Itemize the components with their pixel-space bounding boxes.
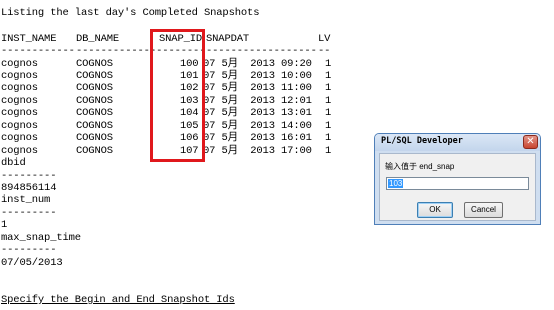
table-row: cognos COGNOS 104 07 5月 2013 13:01 1 <box>1 107 331 120</box>
substitution-variable-dialog: PL/SQL Developer ✕ 输入值于 end_snap 103 OK … <box>374 133 541 225</box>
row-snapdat: 07 5月 2013 11:00 <box>203 82 312 94</box>
dialog-prompt: 输入值于 end_snap <box>385 162 455 171</box>
separator-db-name: ------------- <box>76 45 156 57</box>
row-level: 1 <box>325 145 332 157</box>
row-snapdat: 07 5月 2013 13:01 <box>203 107 312 119</box>
row-inst-name: cognos <box>1 82 38 94</box>
dialog-title: PL/SQL Developer <box>381 136 463 146</box>
dbid-label: dbid <box>1 157 26 169</box>
separator-snapdat: ------------------ <box>206 45 317 57</box>
row-db-name: COGNOS <box>76 82 113 94</box>
dialog-body: 输入值于 end_snap 103 OK Cancel <box>379 153 536 221</box>
separator-inst-name: ------------ <box>1 45 75 57</box>
row-level: 1 <box>325 82 332 94</box>
table-row: cognos COGNOS 106 07 5月 2013 16:01 1 <box>1 132 331 145</box>
close-icon[interactable]: ✕ <box>523 135 538 149</box>
inst-num-separator: --------- <box>1 207 57 219</box>
snap-id-highlight-box <box>150 29 205 162</box>
end-snap-input[interactable]: 103 <box>386 177 529 190</box>
listing-title: Listing the last day's Completed Snapsho… <box>1 7 260 19</box>
inst-num-label: inst_num <box>1 194 51 206</box>
row-db-name: COGNOS <box>76 132 113 144</box>
row-level: 1 <box>325 132 332 144</box>
row-snapdat: 07 5月 2013 17:00 <box>203 145 312 157</box>
dialog-titlebar[interactable]: PL/SQL Developer ✕ <box>375 134 540 151</box>
row-level: 1 <box>325 107 332 119</box>
separator-level: -- <box>318 45 331 57</box>
row-snapdat: 07 5月 2013 16:01 <box>203 132 312 144</box>
ok-button[interactable]: OK <box>417 202 453 218</box>
max-snap-time-separator: --------- <box>1 244 57 256</box>
end-snap-input-value: 103 <box>388 179 404 188</box>
row-inst-name: cognos <box>1 132 38 144</box>
row-db-name: COGNOS <box>76 107 113 119</box>
inst-num-value: 1 <box>1 219 8 231</box>
header-separator-row: ------------ ------------- --------- ---… <box>1 45 330 58</box>
table-row: cognos COGNOS 102 07 5月 2013 11:00 1 <box>1 82 331 95</box>
row-db-name: COGNOS <box>76 145 113 157</box>
cancel-button[interactable]: Cancel <box>464 202 503 218</box>
row-inst-name: cognos <box>1 107 38 119</box>
specify-snapshot-ids-line: Specify the Begin and End Snapshot Ids <box>1 294 235 306</box>
max-snap-time-value: 07/05/2013 <box>1 257 63 269</box>
